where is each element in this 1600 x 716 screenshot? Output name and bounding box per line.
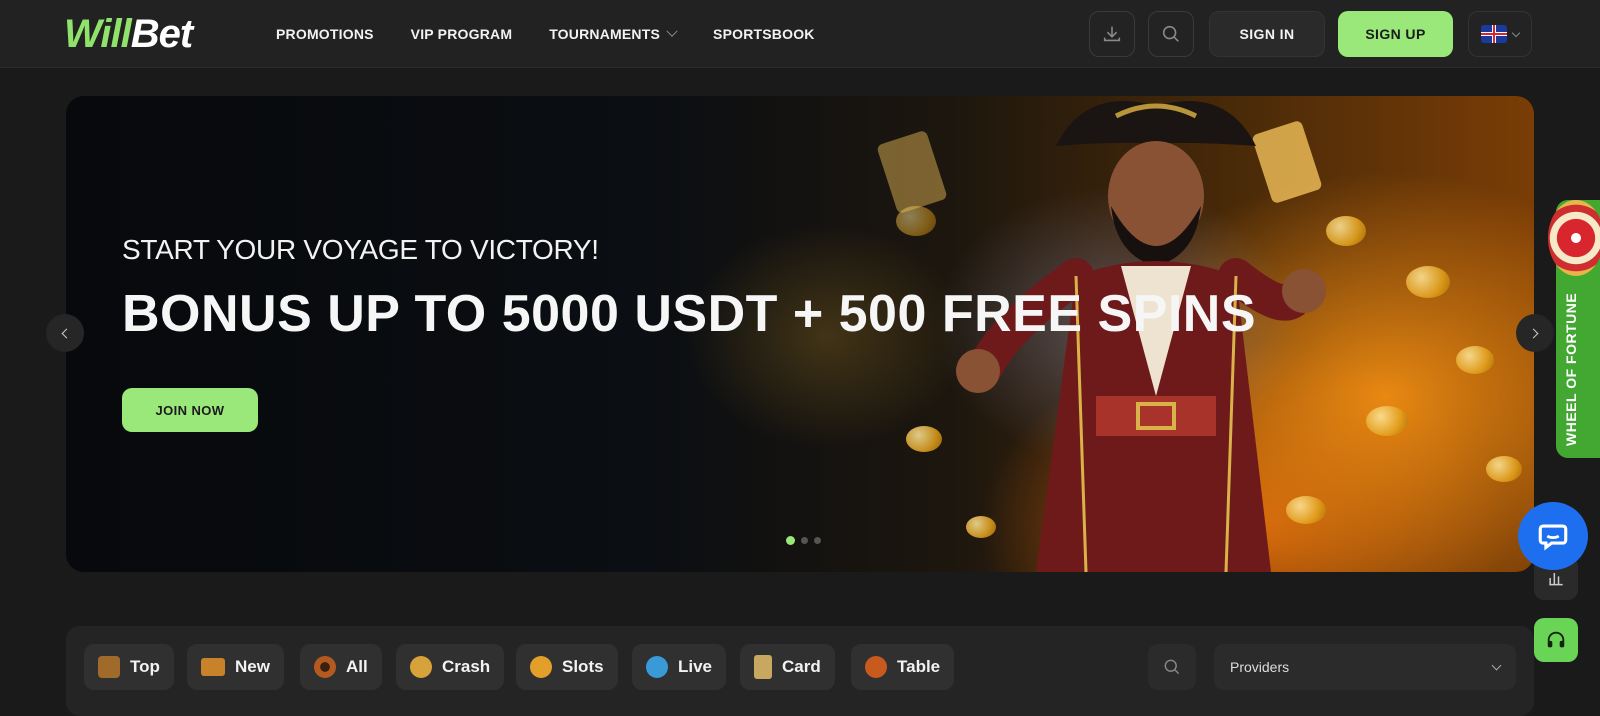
slots-icon xyxy=(530,656,552,678)
sign-up-button[interactable]: SIGN UP xyxy=(1338,11,1453,57)
category-label: Slots xyxy=(562,657,604,676)
nav-tournaments[interactable]: TOURNAMENTS xyxy=(549,25,678,42)
nav-label: PROMOTIONS xyxy=(276,26,374,42)
search-icon xyxy=(1164,659,1180,675)
ticket-icon xyxy=(201,658,225,676)
category-new[interactable]: New xyxy=(187,644,284,690)
nav-promotions[interactable]: PROMOTIONS xyxy=(276,26,374,42)
uk-flag-icon xyxy=(1481,25,1507,43)
nav-label: SPORTSBOOK xyxy=(713,26,815,42)
chevron-down-icon xyxy=(1511,28,1521,37)
providers-dropdown[interactable]: Providers xyxy=(1214,644,1516,690)
category-label: Card xyxy=(782,657,821,676)
headset-icon xyxy=(1547,631,1565,648)
game-search-button[interactable] xyxy=(1148,644,1196,690)
slide-dot-1[interactable] xyxy=(786,536,795,545)
card-icon xyxy=(754,655,772,679)
support-button[interactable] xyxy=(1534,618,1578,662)
hero-banner: START YOUR VOYAGE TO VICTORY! BONUS UP T… xyxy=(66,96,1534,572)
main-nav: PROMOTIONS VIP PROGRAM TOURNAMENTS SPORT… xyxy=(276,0,852,68)
chat-icon xyxy=(1538,524,1568,551)
logo[interactable]: Will Bet xyxy=(64,12,240,56)
table-game-icon xyxy=(865,656,887,678)
slide-dot-3[interactable] xyxy=(814,537,821,544)
language-selector[interactable] xyxy=(1468,11,1532,57)
search-button[interactable] xyxy=(1148,11,1194,57)
category-card[interactable]: Card xyxy=(740,644,835,690)
category-all[interactable]: All xyxy=(300,644,382,690)
chevron-left-icon xyxy=(61,328,72,338)
roulette-icon xyxy=(314,656,336,678)
category-label: Live xyxy=(678,657,713,676)
fortune-wheel-icon xyxy=(1548,200,1600,276)
chevron-down-icon xyxy=(666,25,678,37)
slider-next-button[interactable] xyxy=(1516,314,1554,352)
nav-sportsbook[interactable]: SPORTSBOOK xyxy=(713,26,815,42)
sign-up-label: SIGN UP xyxy=(1365,26,1426,42)
coin-decoration xyxy=(1456,346,1494,374)
nav-label: TOURNAMENTS xyxy=(549,26,661,42)
header: Will Bet PROMOTIONS VIP PROGRAM TOURNAMEN… xyxy=(0,0,1600,68)
slider-pagination xyxy=(786,536,821,545)
hero-subtitle: START YOUR VOYAGE TO VICTORY! xyxy=(122,234,599,265)
download-button[interactable] xyxy=(1089,11,1135,57)
category-table[interactable]: Table xyxy=(851,644,955,690)
chevron-right-icon xyxy=(1528,328,1539,338)
category-label: Top xyxy=(130,657,160,676)
live-chat-button[interactable] xyxy=(1518,502,1588,570)
slide-dot-2[interactable] xyxy=(801,537,808,544)
category-label: All xyxy=(346,657,368,676)
category-slots[interactable]: Slots xyxy=(516,644,618,690)
sign-in-label: SIGN IN xyxy=(1239,26,1295,42)
logo-text-bet: Bet xyxy=(130,11,193,56)
search-icon xyxy=(1162,25,1179,42)
hero-title: BONUS UP TO 5000 USDT + 500 FREE SPINS xyxy=(122,285,1257,343)
nav-label: VIP PROGRAM xyxy=(410,26,513,42)
coin-decoration xyxy=(1486,456,1522,482)
category-top[interactable]: Top xyxy=(84,644,174,690)
category-crash[interactable]: Crash xyxy=(396,644,505,690)
crash-icon xyxy=(410,656,432,678)
join-now-label: JOIN NOW xyxy=(155,402,225,418)
wheel-of-fortune-label: WHEEL OF FORTUNE xyxy=(1563,292,1579,446)
coin-decoration xyxy=(1406,266,1450,298)
treasure-chest-icon xyxy=(98,656,120,678)
bar-chart-icon xyxy=(1549,573,1563,586)
category-label: Crash xyxy=(442,657,491,676)
slider-prev-button[interactable] xyxy=(46,314,84,352)
nav-vip-program[interactable]: VIP PROGRAM xyxy=(411,26,513,42)
providers-label: Providers xyxy=(1230,659,1290,675)
live-dealer-icon xyxy=(646,656,668,678)
sign-in-button[interactable]: SIGN IN xyxy=(1209,11,1325,57)
category-label: New xyxy=(235,657,270,676)
download-icon xyxy=(1103,26,1121,42)
logo-text-will: Will xyxy=(64,11,132,56)
join-now-button[interactable]: JOIN NOW xyxy=(122,388,258,432)
category-label: Table xyxy=(897,657,941,676)
chevron-down-icon xyxy=(1491,660,1502,670)
category-live[interactable]: Live xyxy=(632,644,727,690)
